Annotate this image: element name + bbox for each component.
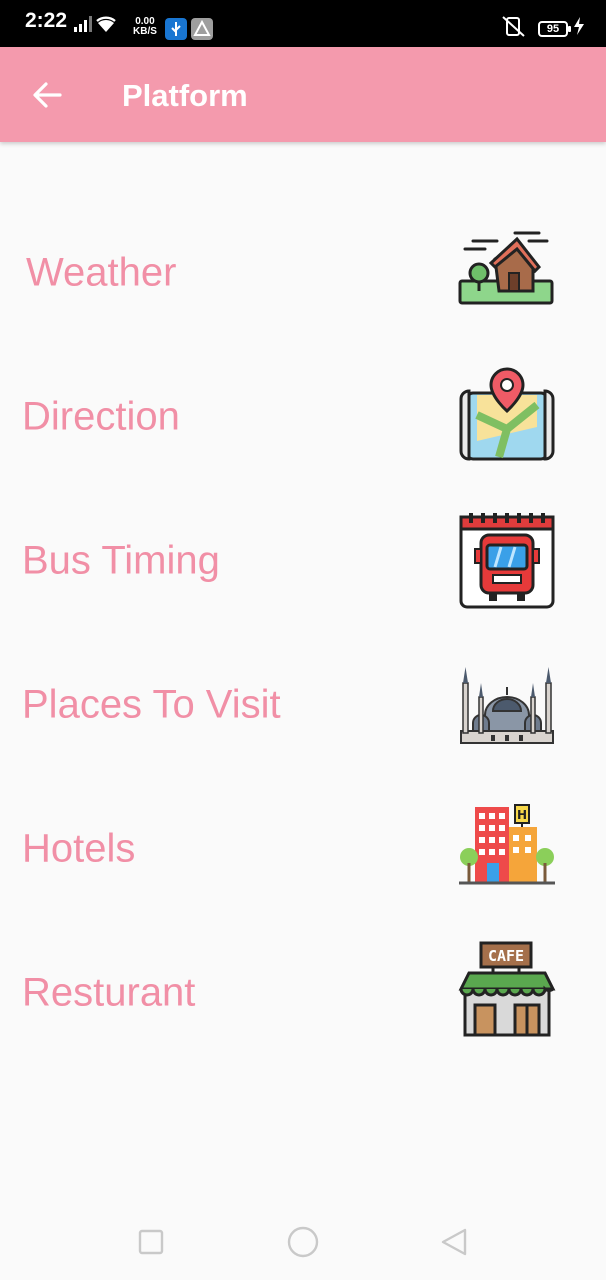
menu-item-label: Places To Visit	[22, 682, 281, 727]
mosque-icon	[460, 667, 554, 744]
menu-item-places-to-visit[interactable]: Places To Visit	[0, 640, 606, 770]
status-bar: 2:22 0.00 KB/S 95	[0, 0, 606, 47]
signal-wifi-icons	[74, 16, 116, 32]
cafe-store-icon: CAFE	[458, 941, 556, 1037]
charging-bolt-icon	[574, 17, 584, 35]
circle-icon[interactable]	[283, 1222, 323, 1262]
square-icon[interactable]	[131, 1222, 171, 1262]
battery-indicator: 95	[538, 21, 571, 37]
menu-item-bus-timing[interactable]: Bus Timing	[0, 496, 606, 626]
menu-item-resturant[interactable]: Resturant CAFE	[0, 928, 606, 1058]
map-pin-icon	[459, 367, 555, 461]
menu-item-label: Direction	[22, 394, 180, 439]
app-bar: Platform	[0, 47, 606, 142]
triangle-back-icon[interactable]	[434, 1222, 474, 1262]
menu-item-label: Hotels	[22, 826, 136, 871]
hotel-building-icon: H	[459, 804, 555, 885]
menu-item-direction[interactable]: Direction	[0, 352, 606, 482]
menu-item-weather[interactable]: Weather	[0, 208, 606, 338]
usb-icon	[165, 18, 187, 40]
screen: 2:22 0.00 KB/S 95 Platform Weather Direc…	[0, 0, 606, 1280]
mute-vibrate-icon	[502, 16, 525, 37]
weather-house-icon	[458, 231, 554, 305]
menu-item-label: Bus Timing	[22, 538, 220, 583]
app-notification-icon	[191, 18, 213, 40]
svg-text:H: H	[517, 808, 527, 822]
svg-text:CAFE: CAFE	[488, 947, 524, 965]
page-title: Platform	[122, 78, 248, 113]
system-nav-bar	[0, 1200, 606, 1280]
menu-item-label: Weather	[26, 250, 177, 295]
bus-calendar-icon	[459, 513, 555, 609]
network-speed: 0.00 KB/S	[133, 16, 157, 37]
menu-item-hotels[interactable]: Hotels H	[0, 784, 606, 914]
menu-item-label: Resturant	[22, 970, 196, 1015]
arrow-left-icon[interactable]	[28, 75, 68, 115]
status-time: 2:22	[25, 9, 68, 32]
